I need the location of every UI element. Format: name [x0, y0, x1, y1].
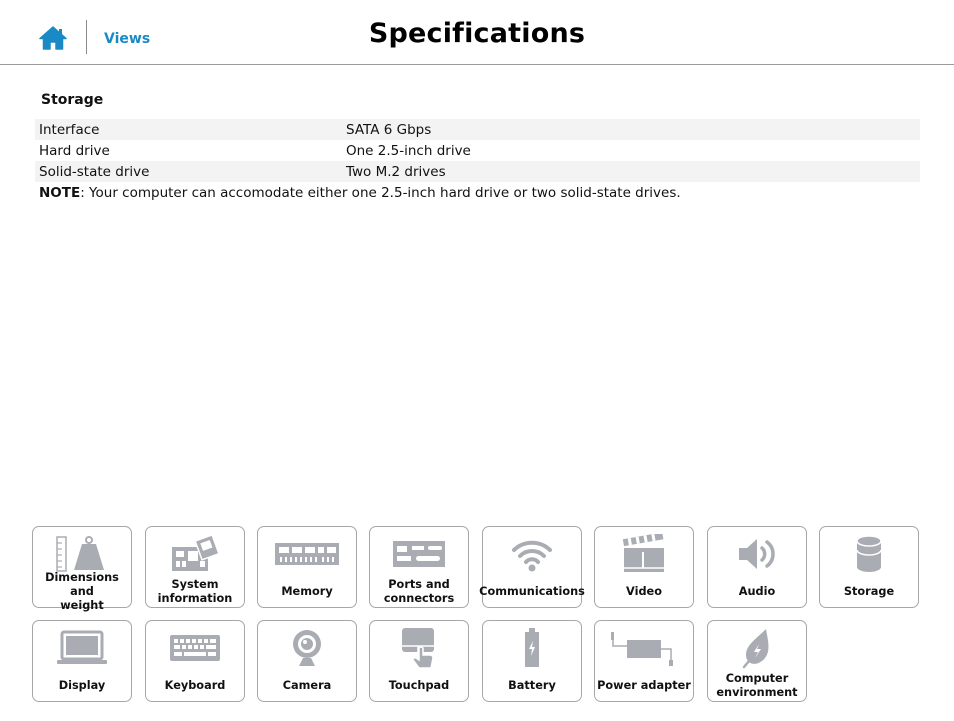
- keyboard-icon: [170, 635, 220, 661]
- memory-icon: [275, 543, 339, 565]
- tile-label: Touchpad: [388, 679, 450, 692]
- touchpad-icon: [402, 628, 434, 669]
- tile-audio[interactable]: Audio: [707, 526, 807, 608]
- tile-dimensions-weight[interactable]: Dimensions and weight: [32, 526, 132, 612]
- tile-label: Ports and connectors: [383, 578, 455, 605]
- camera-icon: [293, 630, 321, 666]
- row-value: SATA 6 Gbps: [346, 121, 432, 138]
- tile-label: System information: [157, 578, 233, 605]
- tile-label: Computer environment: [716, 672, 798, 699]
- tile-label: Communications: [479, 585, 585, 598]
- table-row: Interface SATA 6 Gbps: [35, 119, 920, 140]
- spec-table: Interface SATA 6 Gbps Hard drive One 2.5…: [35, 119, 920, 182]
- power-adapter-icon: [611, 632, 673, 666]
- tile-power-adapter[interactable]: Power adapter: [594, 620, 694, 702]
- row-label: Hard drive: [39, 142, 110, 159]
- video-icon: [622, 534, 664, 572]
- ports-icon: [393, 541, 445, 567]
- ruler-weight-icon: [56, 536, 104, 572]
- tile-label: Audio: [738, 585, 776, 598]
- table-row: Solid-state drive Two M.2 drives: [35, 161, 920, 182]
- row-value: Two M.2 drives: [346, 163, 446, 180]
- tile-camera[interactable]: Camera: [257, 620, 357, 702]
- tile-video[interactable]: Video: [594, 526, 694, 608]
- tile-computer-environment[interactable]: Computer environment: [707, 620, 807, 702]
- tile-label: Power adapter: [597, 679, 691, 692]
- battery-icon: [525, 628, 539, 667]
- tile-label: Storage: [843, 585, 895, 598]
- tile-label: Display: [58, 679, 106, 692]
- row-value: One 2.5-inch drive: [346, 142, 471, 159]
- row-label: Solid-state drive: [39, 163, 150, 180]
- note-text: : Your computer can accomodate either on…: [80, 185, 681, 201]
- tile-system-information[interactable]: System information: [145, 526, 245, 608]
- motherboard-icon: [172, 533, 220, 571]
- tile-communications[interactable]: Communications: [479, 526, 585, 608]
- tile-label: Dimensions and weight: [45, 571, 119, 612]
- tile-keyboard[interactable]: Keyboard: [145, 620, 245, 702]
- tile-label: Camera: [282, 679, 332, 692]
- page-title: Specifications: [368, 18, 586, 49]
- tile-storage[interactable]: Storage: [819, 526, 919, 608]
- wifi-icon: [512, 540, 552, 572]
- storage-icon: [856, 535, 882, 572]
- speaker-icon: [739, 539, 775, 569]
- tile-label: Video: [626, 585, 662, 598]
- tile-touchpad[interactable]: Touchpad: [369, 620, 469, 702]
- leaf-icon: [742, 629, 769, 669]
- note-label: NOTE: [39, 185, 81, 201]
- header: Views Specifications: [0, 0, 954, 65]
- section-title: Storage: [41, 92, 104, 108]
- tile-memory[interactable]: Memory: [257, 526, 357, 608]
- display-icon: [57, 630, 107, 664]
- tile-display[interactable]: Display: [32, 620, 132, 702]
- row-label: Interface: [39, 121, 100, 138]
- tile-label: Memory: [281, 585, 333, 598]
- tile-label: Battery: [508, 679, 556, 692]
- tile-ports-connectors[interactable]: Ports and connectors: [369, 526, 469, 608]
- note: NOTE: Your computer can accomodate eithe…: [39, 185, 681, 201]
- tile-battery[interactable]: Battery: [482, 620, 582, 702]
- tile-label: Keyboard: [164, 679, 226, 692]
- table-row: Hard drive One 2.5-inch drive: [35, 140, 920, 161]
